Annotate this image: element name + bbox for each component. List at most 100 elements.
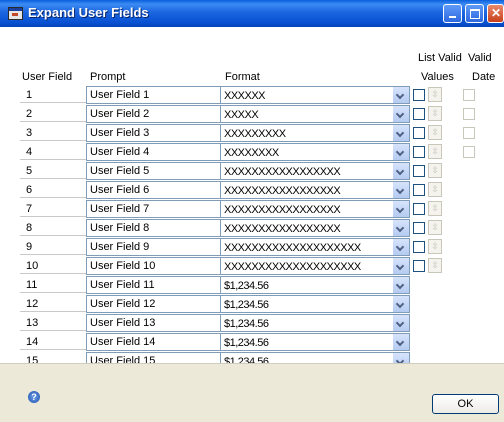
format-dropdown[interactable]: $1,234.56 <box>220 314 410 332</box>
chevron-down-icon[interactable] <box>393 163 409 179</box>
format-dropdown[interactable]: $1,234.56 <box>220 276 410 294</box>
values-lookup-button[interactable]: ⇳ <box>428 87 442 102</box>
prompt-input[interactable]: User Field 4 <box>86 143 220 161</box>
user-field-row: 1 User Field 1 XXXXXX <box>20 86 410 104</box>
format-dropdown[interactable]: XXXXXXXXXXXXXXXXX <box>220 181 410 199</box>
format-dropdown[interactable]: XXXXXXXXXXXXXXXXXXXX <box>220 257 410 275</box>
format-dropdown[interactable]: XXXXXXXXXXXXXXXXX <box>220 162 410 180</box>
valid-date-checkbox[interactable] <box>463 108 475 120</box>
format-dropdown[interactable]: XXXXXXXXXXXXXXXXXXXX <box>220 238 410 256</box>
chevron-down-icon[interactable] <box>393 201 409 217</box>
format-value: $1,234.56 <box>224 280 269 292</box>
list-valid-values-checkbox[interactable] <box>413 222 425 234</box>
prompt-input[interactable]: User Field 14 <box>86 333 220 351</box>
format-dropdown[interactable]: XXXXX <box>220 105 410 123</box>
values-lookup-button[interactable]: ⇳ <box>428 239 442 254</box>
user-field-number: 7 <box>20 200 86 217</box>
list-valid-values-checkbox[interactable] <box>413 203 425 215</box>
values-lookup-button[interactable]: ⇳ <box>428 144 442 159</box>
chevron-down-icon[interactable] <box>393 258 409 274</box>
user-field-number: 14 <box>20 333 86 350</box>
chevron-down-icon[interactable] <box>393 277 409 293</box>
user-field-row: 5 User Field 5 XXXXXXXXXXXXXXXXX <box>20 162 410 180</box>
user-field-row: 13 User Field 13 $1,234.56 <box>20 314 410 332</box>
prompt-input[interactable]: User Field 9 <box>86 238 220 256</box>
format-dropdown[interactable]: XXXXXXXXXXXXXXXXX <box>220 219 410 237</box>
prompt-input[interactable]: User Field 2 <box>86 105 220 123</box>
prompt-input[interactable]: User Field 6 <box>86 181 220 199</box>
format-dropdown[interactable]: XXXXXX <box>220 86 410 104</box>
prompt-input[interactable]: User Field 7 <box>86 200 220 218</box>
user-field-number: 2 <box>20 105 86 122</box>
format-value: XXXXXXXXX <box>224 128 286 140</box>
format-dropdown[interactable]: $1,234.56 <box>220 333 410 351</box>
prompt-input[interactable]: User Field 10 <box>86 257 220 275</box>
user-field-row: 4 User Field 4 XXXXXXXX <box>20 143 410 161</box>
format-dropdown[interactable]: XXXXXXXXXXXXXXXXX <box>220 200 410 218</box>
chevron-down-icon[interactable] <box>393 144 409 160</box>
values-lookup-button[interactable]: ⇳ <box>428 201 442 216</box>
values-lookup-button[interactable]: ⇳ <box>428 106 442 121</box>
format-value: $1,234.56 <box>224 337 269 349</box>
list-valid-values-checkbox[interactable] <box>413 108 425 120</box>
header-values: Values <box>421 71 454 83</box>
chevron-down-icon[interactable] <box>393 220 409 236</box>
user-field-row: 7 User Field 7 XXXXXXXXXXXXXXXXX <box>20 200 410 218</box>
user-field-number: 11 <box>20 276 86 293</box>
values-lookup-button[interactable]: ⇳ <box>428 258 442 273</box>
user-field-row: 2 User Field 2 XXXXX <box>20 105 410 123</box>
values-lookup-button[interactable]: ⇳ <box>428 163 442 178</box>
list-valid-values-checkbox[interactable] <box>413 184 425 196</box>
chevron-down-icon[interactable] <box>393 182 409 198</box>
list-valid-values-checkbox[interactable] <box>413 146 425 158</box>
prompt-input[interactable]: User Field 11 <box>86 276 220 294</box>
expand-user-fields-window: Expand User Fields List Valid Values Val… <box>0 0 504 422</box>
ok-button[interactable]: OK <box>432 394 499 414</box>
header-list-valid: List Valid <box>418 52 462 64</box>
prompt-input[interactable]: User Field 5 <box>86 162 220 180</box>
chevron-down-icon[interactable] <box>393 334 409 350</box>
user-field-number: 8 <box>20 219 86 236</box>
format-value: XXXXXXXX <box>224 147 279 159</box>
values-lookup-button[interactable]: ⇳ <box>428 182 442 197</box>
prompt-input[interactable]: User Field 13 <box>86 314 220 332</box>
user-fields-panel: List Valid Values Valid Date User Field … <box>0 27 504 370</box>
chevron-down-icon[interactable] <box>393 239 409 255</box>
prompt-input[interactable]: User Field 3 <box>86 124 220 142</box>
list-valid-values-checkbox[interactable] <box>413 260 425 272</box>
user-field-row: 14 User Field 14 $1,234.56 <box>20 333 410 351</box>
list-valid-values-checkbox[interactable] <box>413 89 425 101</box>
chevron-down-icon[interactable] <box>393 125 409 141</box>
values-lookup-button[interactable]: ⇳ <box>428 220 442 235</box>
header-format: Format <box>225 71 260 83</box>
chevron-down-icon[interactable] <box>393 87 409 103</box>
prompt-input[interactable]: User Field 8 <box>86 219 220 237</box>
format-value: XXXXXXXXXXXXXXXXX <box>224 166 341 178</box>
prompt-input[interactable]: User Field 1 <box>86 86 220 104</box>
format-dropdown[interactable]: $1,234.56 <box>220 295 410 313</box>
format-value: XXXXXXXXXXXXXXXXXXXX <box>224 242 361 254</box>
user-field-row: 10 User Field 10 XXXXXXXXXXXXXXXXXXXX <box>20 257 410 275</box>
chevron-down-icon[interactable] <box>393 106 409 122</box>
format-dropdown[interactable]: XXXXXXXX <box>220 143 410 161</box>
valid-date-checkbox[interactable] <box>463 127 475 139</box>
list-valid-values-checkbox[interactable] <box>413 165 425 177</box>
user-field-number: 3 <box>20 124 86 141</box>
help-icon[interactable]: ? <box>28 391 40 403</box>
window-title: Expand User Fields <box>28 5 149 20</box>
valid-date-checkbox[interactable] <box>463 89 475 101</box>
list-valid-values-checkbox[interactable] <box>413 127 425 139</box>
user-field-number: 5 <box>20 162 86 179</box>
prompt-input[interactable]: User Field 12 <box>86 295 220 313</box>
minimize-button[interactable] <box>443 4 462 23</box>
maximize-button[interactable] <box>465 4 484 23</box>
valid-date-checkbox[interactable] <box>463 146 475 158</box>
format-value: XXXXXX <box>224 90 266 102</box>
list-valid-values-checkbox[interactable] <box>413 241 425 253</box>
format-dropdown[interactable]: XXXXXXXXX <box>220 124 410 142</box>
close-button[interactable] <box>487 4 504 23</box>
values-lookup-button[interactable]: ⇳ <box>428 125 442 140</box>
chevron-down-icon[interactable] <box>393 315 409 331</box>
format-value: XXXXXXXXXXXXXXXXXXXX <box>224 261 361 273</box>
chevron-down-icon[interactable] <box>393 296 409 312</box>
